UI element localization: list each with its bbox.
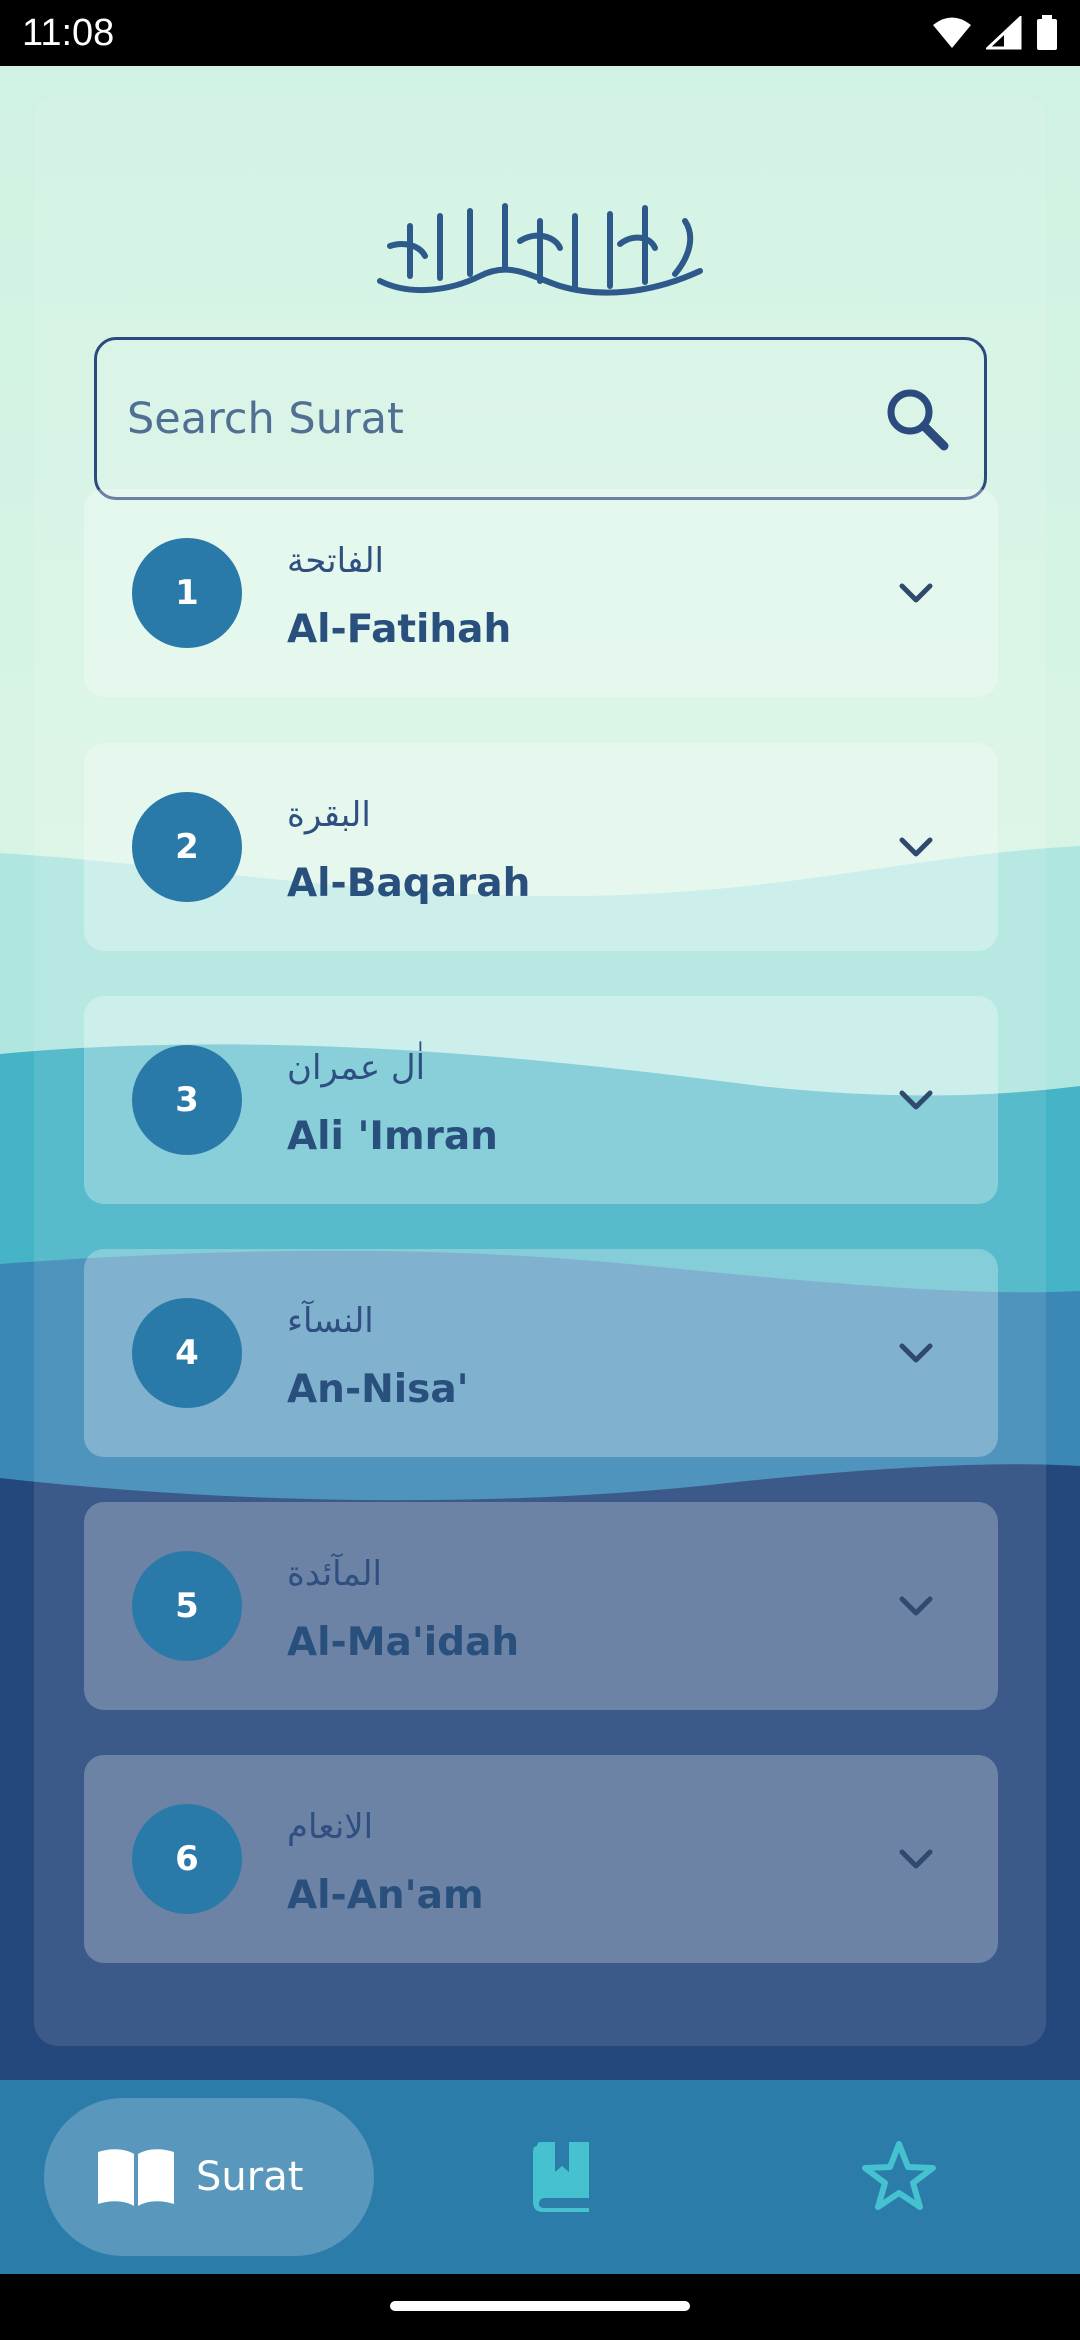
search-placeholder: Search Surat (127, 393, 404, 444)
search-input[interactable]: Search Surat (94, 337, 987, 500)
nav-item-surat[interactable]: Surat (44, 2098, 374, 2256)
chevron-down-icon[interactable] (896, 834, 936, 860)
wifi-icon (933, 17, 971, 48)
surah-arabic-name: المآئدة (287, 1554, 382, 1594)
chevron-down-icon[interactable] (896, 1846, 936, 1872)
surah-latin-name: Ali 'Imran (287, 1114, 498, 1159)
surah-arabic-name: الانعام (287, 1807, 374, 1847)
surah-number-badge: 2 (132, 792, 242, 902)
status-icons (932, 15, 1058, 51)
surah-number-badge: 1 (132, 538, 242, 648)
surah-number-badge: 3 (132, 1045, 242, 1155)
star-icon[interactable] (862, 2140, 936, 2210)
book-open-icon (98, 2149, 174, 2206)
cell-signal-icon (986, 16, 1022, 50)
chevron-down-icon[interactable] (896, 1087, 936, 1113)
chevron-down-icon[interactable] (896, 580, 936, 606)
chevron-down-icon[interactable] (896, 1593, 936, 1619)
bismillah-calligraphy (377, 203, 703, 296)
chevron-down-icon[interactable] (896, 1340, 936, 1366)
app-screen: Search Surat 1 الفاتحة Al-Fatihah 2 البق… (0, 66, 1080, 2080)
search-icon[interactable] (884, 386, 950, 452)
surah-latin-name: Al-An'am (287, 1873, 484, 1918)
status-bar: 11:08 (0, 0, 1080, 66)
bookmark-book-icon[interactable] (531, 2142, 593, 2212)
surah-number-badge: 5 (132, 1551, 242, 1661)
surah-number-badge: 4 (132, 1298, 242, 1408)
surah-number-badge: 6 (132, 1804, 242, 1914)
gesture-bar (0, 2274, 1080, 2340)
surah-arabic-name: اٰل عمران (287, 1048, 426, 1088)
surah-arabic-name: البقرة (287, 795, 371, 835)
status-time: 11:08 (22, 11, 115, 54)
surah-card[interactable]: 4 النسآء An-Nisa' (84, 1249, 998, 1457)
surah-arabic-name: النسآء (287, 1301, 374, 1341)
surah-arabic-name: الفاتحة (287, 541, 385, 581)
battery-icon (1037, 15, 1057, 50)
surah-latin-name: An-Nisa' (287, 1367, 469, 1412)
surah-latin-name: Al-Ma'idah (287, 1620, 520, 1665)
surah-card[interactable]: 1 الفاتحة Al-Fatihah (84, 489, 998, 697)
bottom-nav: Surat (0, 2080, 1080, 2274)
surah-card[interactable]: 2 البقرة Al-Baqarah (84, 743, 998, 951)
nav-surat-label: Surat (196, 2154, 304, 2200)
surah-latin-name: Al-Fatihah (287, 607, 512, 652)
home-indicator[interactable] (390, 2301, 690, 2311)
surah-card[interactable]: 6 الانعام Al-An'am (84, 1755, 998, 1963)
surah-card[interactable]: 3 اٰل عمران Ali 'Imran (84, 996, 998, 1204)
surah-card[interactable]: 5 المآئدة Al-Ma'idah (84, 1502, 998, 1710)
surah-latin-name: Al-Baqarah (287, 861, 531, 906)
